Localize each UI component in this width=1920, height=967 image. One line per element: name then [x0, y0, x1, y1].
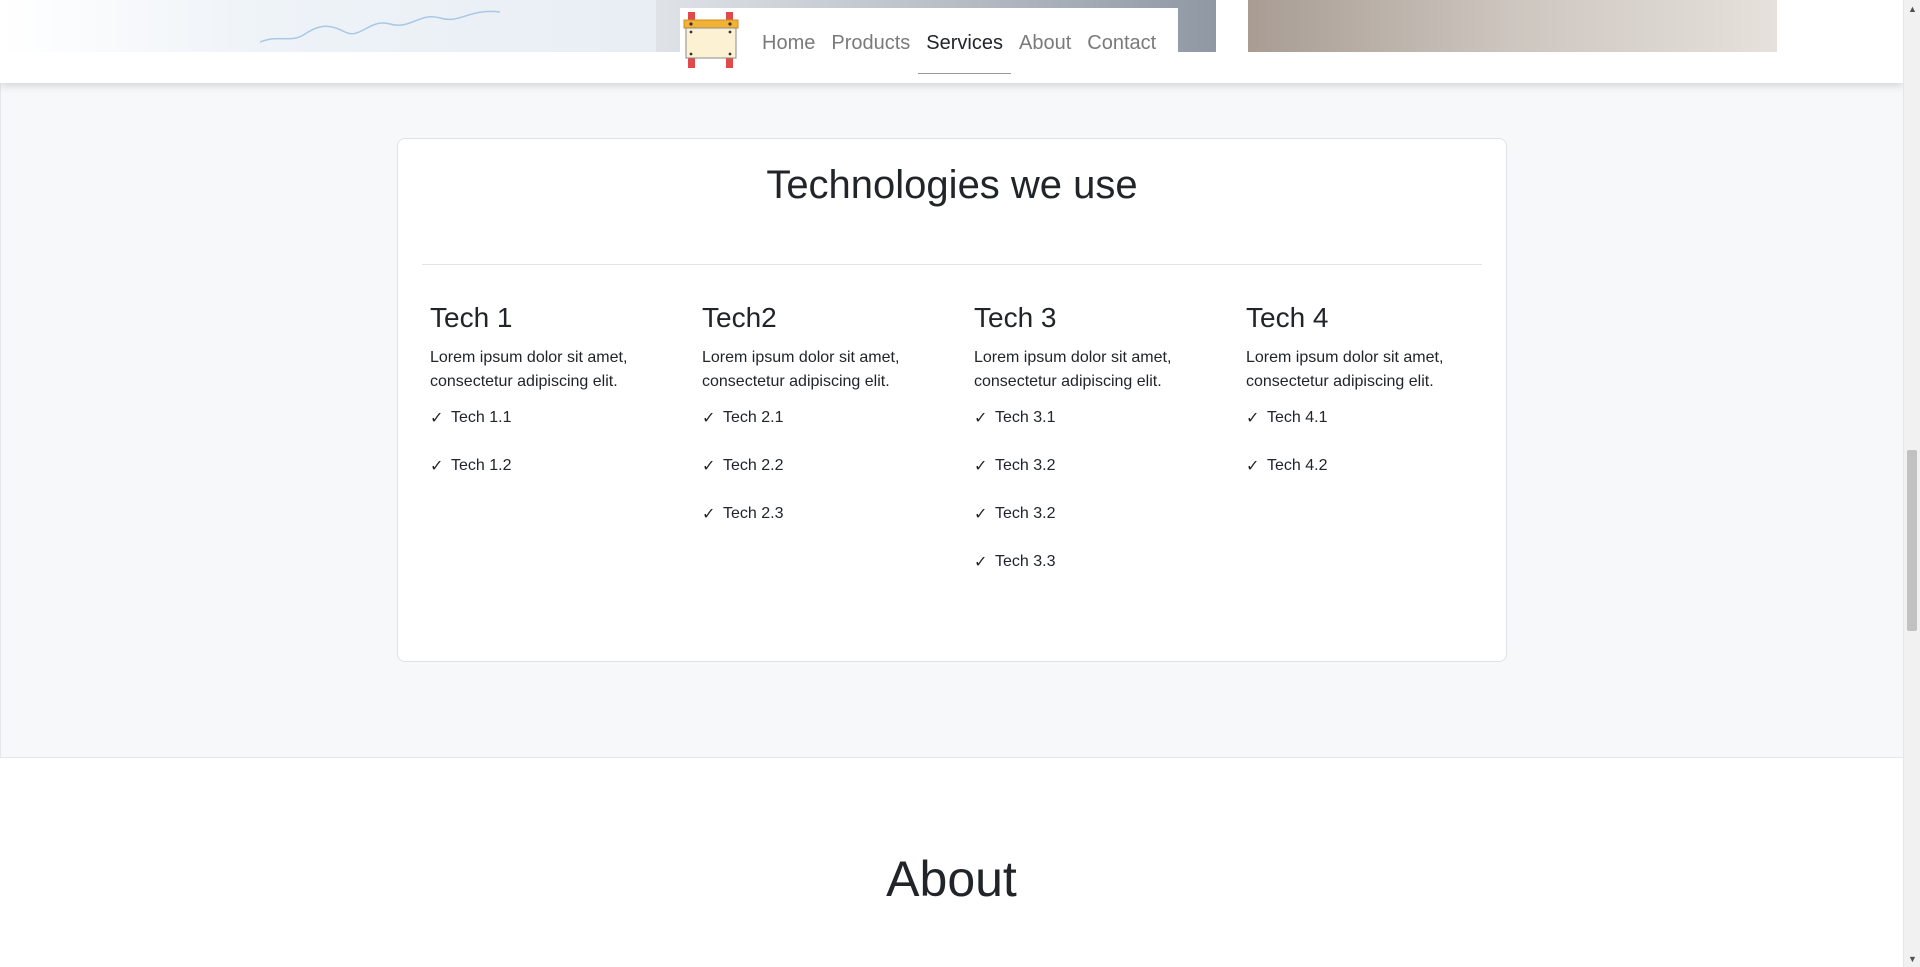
check-icon: ✓	[430, 408, 444, 427]
tech-list-item-label: Tech 1.2	[451, 457, 512, 474]
scroll-up-arrow-icon[interactable]: ▲	[1904, 0, 1920, 17]
tech-list-item: ✓ Tech 2.1	[702, 406, 974, 454]
tech-list-item-label: Tech 3.2	[995, 505, 1056, 522]
construction-sign-icon[interactable]	[680, 8, 742, 70]
tech-list-item: ✓ Tech 3.2	[974, 502, 1246, 550]
tech-list-item-label: Tech 2.2	[723, 457, 784, 474]
check-icon: ✓	[974, 552, 988, 571]
nav-links: Home Products Services About Contact	[754, 8, 1164, 74]
services-section: Technologies we use Tech 1 Lorem ipsum d…	[0, 83, 1903, 758]
tech-list-item: ✓ Tech 3.2	[974, 454, 1246, 502]
nav-link-about[interactable]: About	[1011, 10, 1079, 68]
tech-list-item-label: Tech 4.1	[1267, 409, 1328, 426]
tech-columns: Tech 1 Lorem ipsum dolor sit amet, conse…	[430, 302, 1520, 598]
tech-list: ✓ Tech 1.1 ✓ Tech 1.2	[430, 406, 702, 502]
about-title: About	[886, 851, 1017, 907]
tech-list-item-label: Tech 3.3	[995, 553, 1056, 570]
tech-list-item-label: Tech 1.1	[451, 409, 512, 426]
tech-column-description: Lorem ipsum dolor sit amet, consectetur …	[974, 349, 1172, 390]
tech-list-item: ✓ Tech 4.2	[1246, 454, 1518, 502]
tech-list-item: ✓ Tech 3.1	[974, 406, 1246, 454]
tech-list-item: ✓ Tech 4.1	[1246, 406, 1518, 454]
tech-list-item: ✓ Tech 3.3	[974, 550, 1246, 598]
technologies-title: Technologies we use	[766, 163, 1138, 207]
tech-column-title: Tech2	[702, 302, 777, 333]
tech-column-title: Tech 1	[430, 302, 513, 333]
check-icon: ✓	[1246, 456, 1260, 475]
tech-list: ✓ Tech 2.1 ✓ Tech 2.2 ✓ Tech 2.3	[702, 406, 974, 550]
about-section: About	[0, 758, 1903, 967]
tech-list-item-label: Tech 2.1	[723, 409, 784, 426]
tech-column: Tech2 Lorem ipsum dolor sit amet, consec…	[702, 302, 974, 598]
vertical-scrollbar[interactable]: ▲ ▼	[1903, 0, 1920, 967]
check-icon: ✓	[702, 456, 716, 475]
tech-list-item-label: Tech 4.2	[1267, 457, 1328, 474]
card-divider	[422, 264, 1482, 265]
site-header: Home Products Services About Contact	[0, 0, 1903, 83]
check-icon: ✓	[974, 456, 988, 475]
nav-link-services[interactable]: Services	[918, 10, 1011, 74]
tech-list-item: ✓ Tech 1.2	[430, 454, 702, 502]
check-icon: ✓	[430, 456, 444, 475]
main-nav: Home Products Services About Contact	[680, 8, 1179, 74]
chart-doodle-decoration	[260, 10, 500, 43]
tech-column-title: Tech 3	[974, 302, 1057, 333]
tech-list-item-label: Tech 3.1	[995, 409, 1056, 426]
tech-list-item: ✓ Tech 1.1	[430, 406, 702, 454]
check-icon: ✓	[1246, 408, 1260, 427]
hero-image-strip-right	[1248, 0, 1777, 52]
tech-column-description: Lorem ipsum dolor sit amet, consectetur …	[1246, 349, 1444, 390]
tech-list-item: ✓ Tech 2.3	[702, 502, 974, 550]
page: Home Products Services About Contact Tec…	[0, 0, 1903, 967]
tech-column: Tech 4 Lorem ipsum dolor sit amet, conse…	[1246, 302, 1518, 598]
nav-link-products[interactable]: Products	[823, 10, 918, 68]
scroll-down-arrow-icon[interactable]: ▼	[1904, 950, 1920, 967]
nav-link-home[interactable]: Home	[754, 10, 823, 68]
tech-list-item-label: Tech 2.3	[723, 505, 784, 522]
scrollbar-thumb[interactable]	[1907, 450, 1917, 631]
check-icon: ✓	[974, 408, 988, 427]
hero-image-strip-left	[0, 0, 656, 52]
tech-column-description: Lorem ipsum dolor sit amet, consectetur …	[702, 349, 900, 390]
tech-column: Tech 3 Lorem ipsum dolor sit amet, conse…	[974, 302, 1246, 598]
check-icon: ✓	[702, 504, 716, 523]
nav-link-contact[interactable]: Contact	[1079, 10, 1164, 68]
tech-list: ✓ Tech 3.1 ✓ Tech 3.2 ✓ Tech 3.2 ✓ Tech 3.3	[974, 406, 1246, 598]
tech-list: ✓ Tech 4.1 ✓ Tech 4.2	[1246, 406, 1518, 502]
check-icon: ✓	[702, 408, 716, 427]
tech-column-description: Lorem ipsum dolor sit amet, consectetur …	[430, 349, 628, 390]
check-icon: ✓	[974, 504, 988, 523]
tech-column-title: Tech 4	[1246, 302, 1329, 333]
technologies-card: Technologies we use Tech 1 Lorem ipsum d…	[397, 138, 1507, 662]
tech-list-item: ✓ Tech 2.2	[702, 454, 974, 502]
tech-list-item-label: Tech 3.2	[995, 457, 1056, 474]
tech-column: Tech 1 Lorem ipsum dolor sit amet, conse…	[430, 302, 702, 598]
